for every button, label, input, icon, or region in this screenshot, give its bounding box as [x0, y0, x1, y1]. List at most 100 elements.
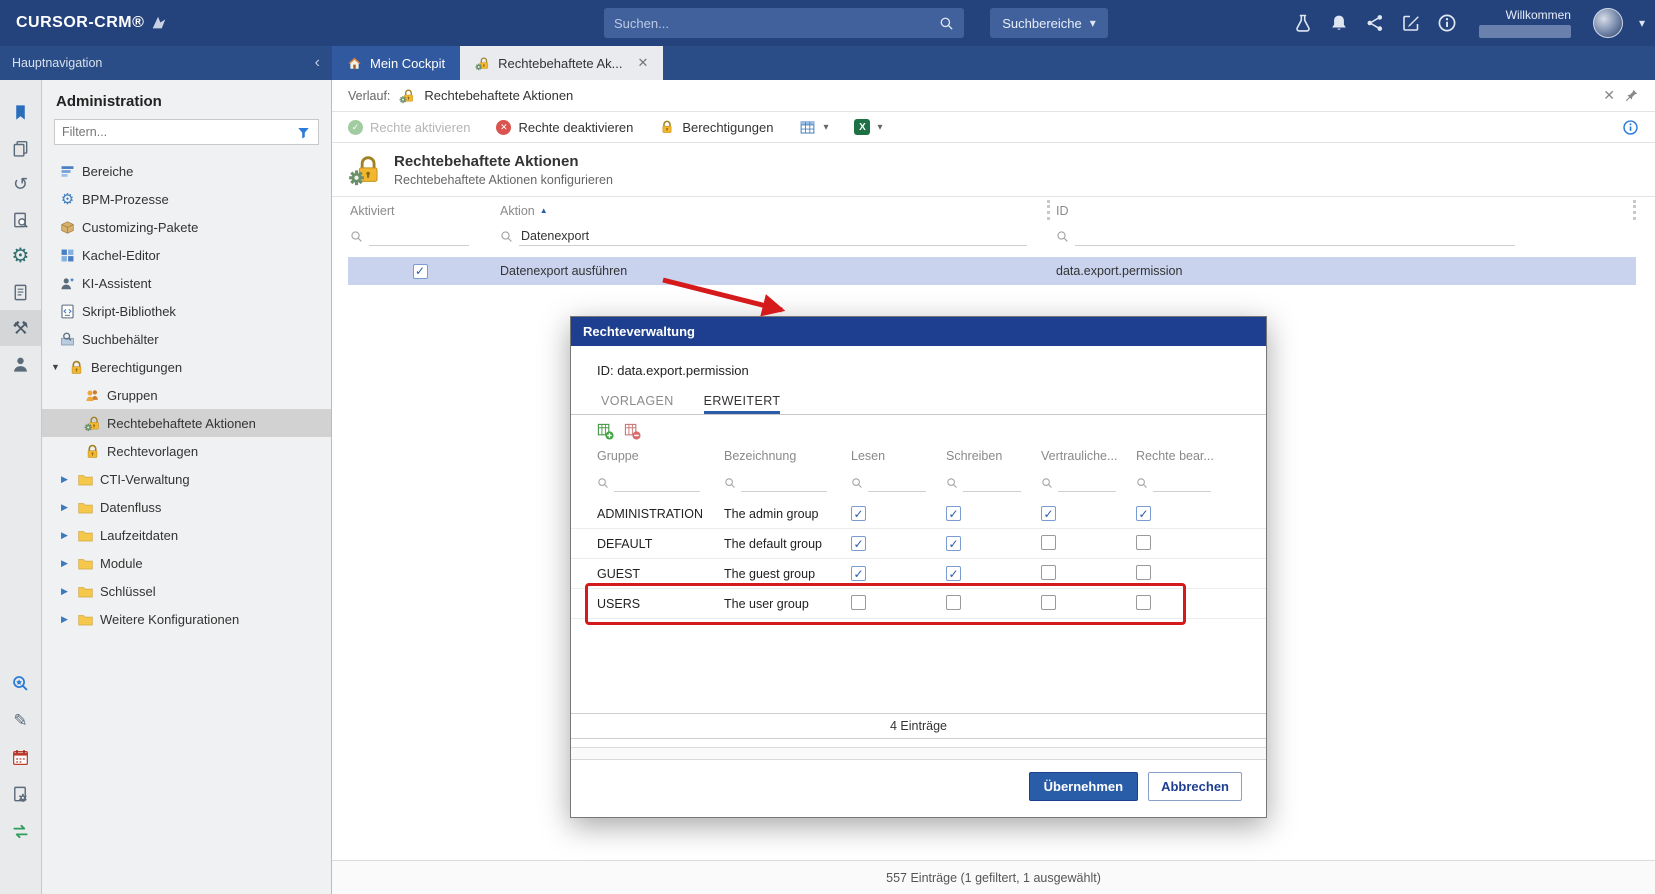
checkbox-lesen[interactable] [851, 506, 866, 521]
pin-icon[interactable] [1624, 88, 1639, 103]
column-header-rechte-bearbeiten[interactable]: Rechte bear... [1136, 449, 1231, 463]
table-row[interactable]: ADMINISTRATION The admin group [571, 499, 1266, 529]
search-input[interactable] [614, 16, 939, 31]
cancel-button[interactable]: Abbrechen [1148, 772, 1242, 801]
info-icon[interactable] [1437, 13, 1457, 33]
history-icon[interactable]: ↺ [0, 166, 41, 202]
user-menu-chevron-icon[interactable]: ▾ [1639, 16, 1645, 30]
sidebar-item-schluessel[interactable]: ▶Schlüssel [42, 577, 331, 605]
notes-icon[interactable]: ✎ [0, 702, 41, 739]
checkbox-lesen[interactable] [851, 566, 866, 581]
checkbox-schreiben[interactable] [946, 566, 961, 581]
checkbox-schreiben[interactable] [946, 506, 961, 521]
close-tab-icon[interactable]: ✕ [637, 55, 648, 71]
sidebar-item-rechtebehaftete-aktionen[interactable]: Rechtebehaftete Aktionen [42, 409, 331, 437]
chevron-right-icon[interactable]: ▶ [58, 614, 71, 625]
remove-group-icon[interactable] [624, 423, 641, 440]
document-search-icon[interactable] [0, 202, 41, 238]
share-icon[interactable] [1365, 13, 1385, 33]
filter-gruppe[interactable] [597, 474, 724, 492]
chevron-right-icon[interactable]: ▶ [58, 502, 71, 513]
checkbox-schreiben[interactable] [946, 536, 961, 551]
table-view-button[interactable]: ▾ [799, 119, 828, 136]
chevron-right-icon[interactable]: ▶ [58, 558, 71, 569]
tab-mein-cockpit[interactable]: Mein Cockpit [332, 46, 460, 80]
chevron-right-icon[interactable]: ▶ [58, 530, 71, 541]
sidebar-item-customizing-pakete[interactable]: Customizing-Pakete [42, 213, 331, 241]
search-areas-button[interactable]: Suchbereiche ▾ [990, 8, 1108, 38]
column-header-aktiviert[interactable]: Aktiviert [348, 204, 490, 218]
table-row-users[interactable]: USERS The user group [571, 589, 1266, 619]
sidebar-item-module[interactable]: ▶Module [42, 549, 331, 577]
sidebar-item-weitere-konfigurationen[interactable]: ▶Weitere Konfigurationen [42, 605, 331, 633]
sidebar-item-bpm-prozesse[interactable]: ⚙BPM-Prozesse [42, 185, 331, 213]
chevron-right-icon[interactable]: ▶ [58, 474, 71, 485]
filter-bezeichnung[interactable] [724, 474, 851, 492]
sidebar-item-cti-verwaltung[interactable]: ▶CTI-Verwaltung [42, 465, 331, 493]
table-row-selected[interactable]: Datenexport ausführen data.export.permis… [348, 257, 1636, 285]
activate-rights-button[interactable]: ✓ Rechte aktivieren [348, 120, 470, 135]
column-header-bezeichnung[interactable]: Bezeichnung [724, 449, 851, 463]
filter-id[interactable] [1050, 226, 1636, 246]
admin-tools-icon[interactable]: ⚒ [0, 310, 41, 346]
checkbox-rechte[interactable] [1136, 595, 1151, 610]
checkbox-vertrauliche[interactable] [1041, 565, 1056, 580]
dialog-titlebar[interactable]: Rechteverwaltung [571, 317, 1266, 346]
sidebar-item-berechtigungen[interactable]: ▼Berechtigungen [42, 353, 331, 381]
sidebar-item-datenfluss[interactable]: ▶Datenfluss [42, 493, 331, 521]
column-header-aktion[interactable]: Aktion▲ [490, 204, 1050, 218]
excel-export-button[interactable]: X ▾ [854, 119, 882, 135]
sidebar-item-kachel-editor[interactable]: Kachel-Editor [42, 241, 331, 269]
report-document-icon[interactable] [0, 274, 41, 310]
favorite-search-icon[interactable] [0, 665, 41, 702]
filter-lesen[interactable] [851, 474, 946, 492]
tab-rechtebehaftete-aktionen[interactable]: Rechtebehaftete Ak... ✕ [460, 46, 663, 80]
documents-icon[interactable] [0, 130, 41, 166]
checkbox-rechte[interactable] [1136, 506, 1151, 521]
sidebar-item-skript-bibliothek[interactable]: Skript-Bibliothek [42, 297, 331, 325]
apply-button[interactable]: Übernehmen [1029, 772, 1138, 801]
user-icon[interactable] [0, 346, 41, 382]
sidebar-item-bereiche[interactable]: Bereiche [42, 157, 331, 185]
sidebar-item-gruppen[interactable]: Gruppen [42, 381, 331, 409]
info-icon[interactable] [1622, 119, 1639, 136]
column-header-vertrauliche[interactable]: Vertrauliche... [1041, 449, 1136, 463]
checkbox-lesen[interactable] [851, 536, 866, 551]
avatar[interactable] [1593, 8, 1623, 38]
deactivate-rights-button[interactable]: ✕ Rechte deaktivieren [496, 120, 633, 135]
bookmarks-icon[interactable] [0, 94, 41, 130]
checkbox-rechte[interactable] [1136, 565, 1151, 580]
document-settings-icon[interactable] [0, 776, 41, 813]
history-item[interactable]: Rechtebehaftete Aktionen [424, 88, 573, 103]
filter-vertrauliche[interactable] [1041, 474, 1136, 492]
sidebar-item-suchbehaelter[interactable]: Suchbehälter [42, 325, 331, 353]
checkbox-rechte[interactable] [1136, 535, 1151, 550]
close-view-icon[interactable]: ✕ [1603, 87, 1615, 104]
tab-erweitert[interactable]: ERWEITERT [704, 394, 781, 414]
checkbox-vertrauliche[interactable] [1041, 535, 1056, 550]
column-header-gruppe[interactable]: Gruppe [597, 449, 724, 463]
chevron-down-icon[interactable]: ▼ [49, 362, 62, 372]
settings-gear-icon[interactable]: ⚙ [0, 238, 41, 274]
sidebar-item-laufzeitdaten[interactable]: ▶Laufzeitdaten [42, 521, 331, 549]
checkbox-vertrauliche[interactable] [1041, 506, 1056, 521]
filter-funnel-icon[interactable] [296, 125, 311, 140]
table-row[interactable]: GUEST The guest group [571, 559, 1266, 589]
search-icon[interactable] [939, 16, 954, 31]
checkbox-lesen[interactable] [851, 595, 866, 610]
filter-rechte[interactable] [1136, 474, 1231, 492]
checkbox-schreiben[interactable] [946, 595, 961, 610]
permissions-button[interactable]: Berechtigungen [659, 119, 773, 135]
checkbox-vertrauliche[interactable] [1041, 595, 1056, 610]
notifications-bell-icon[interactable] [1329, 13, 1349, 33]
calendar-icon[interactable] [0, 739, 41, 776]
add-group-icon[interactable] [597, 423, 614, 440]
filter-aktiviert[interactable] [348, 226, 490, 246]
filter-input[interactable] [62, 125, 296, 139]
tab-vorlagen[interactable]: VORLAGEN [601, 394, 674, 414]
filter-schreiben[interactable] [946, 474, 1041, 492]
column-header-schreiben[interactable]: Schreiben [946, 449, 1041, 463]
chevron-right-icon[interactable]: ▶ [58, 586, 71, 597]
sidebar-item-ki-assistent[interactable]: KI-Assistent [42, 269, 331, 297]
dialog-scrollbar-strip[interactable] [571, 747, 1266, 760]
